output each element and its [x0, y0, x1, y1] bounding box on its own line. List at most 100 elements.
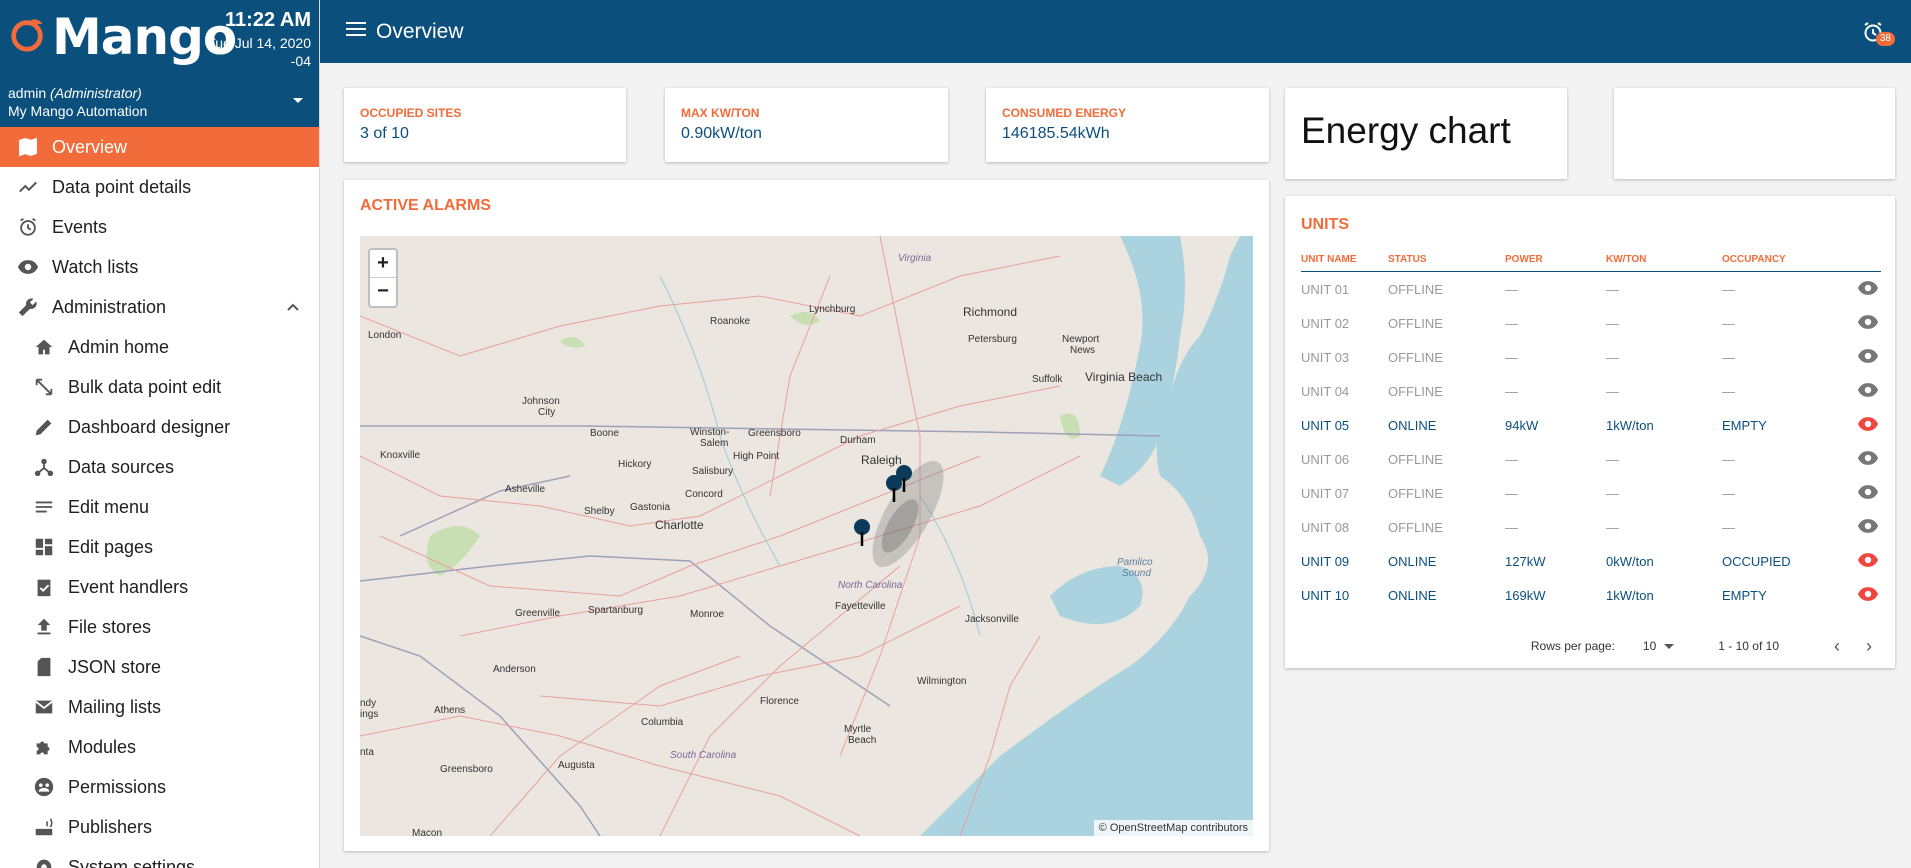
nav-label: Mailing lists	[68, 696, 162, 717]
nav-item-permissions[interactable]: Permissions	[0, 767, 319, 807]
kpi-value: 3 of 10	[360, 125, 409, 142]
puzzle-icon	[32, 735, 56, 759]
map-label: Johnson	[522, 396, 560, 407]
map-label: Charlotte	[655, 518, 704, 532]
zoom-control: + −	[368, 248, 398, 308]
watch-eye-icon[interactable]	[1857, 549, 1881, 574]
table-row[interactable]: UNIT 04 OFFLINE — — —	[1301, 374, 1881, 408]
caret-down-icon	[1664, 643, 1675, 649]
table-row[interactable]: UNIT 05 ONLINE 94kW 1kW/ton EMPTY	[1301, 408, 1881, 442]
column-header-power[interactable]: POWER	[1505, 254, 1606, 271]
watch-eye-icon[interactable]	[1857, 583, 1881, 608]
nav-item-data-point-details[interactable]: Data point details	[0, 167, 319, 207]
user-name-line: admin (Administrator)	[8, 84, 311, 102]
map-label: Shelby	[584, 506, 615, 517]
kw-ton-cell: —	[1606, 349, 1619, 365]
caret-down-icon[interactable]	[293, 98, 303, 103]
alarms-map[interactable]: Virginia Lynchburg Roanoke Richmond Pete…	[360, 236, 1253, 836]
map-label: Hickory	[618, 459, 652, 470]
pagination-range: 1 - 10 of 10	[1718, 639, 1779, 653]
clock-date: Tue Jul 14, 2020 -04	[191, 34, 311, 70]
watch-eye-icon[interactable]	[1857, 345, 1881, 370]
nav-item-mailing-lists[interactable]: Mailing lists	[0, 687, 319, 727]
table-row[interactable]: UNIT 03 OFFLINE — — —	[1301, 340, 1881, 374]
map-attribution[interactable]: © OpenStreetMap contributors	[1093, 820, 1253, 836]
map-label: ndy	[360, 698, 377, 709]
column-header-occupancy[interactable]: OCCUPANCY	[1722, 254, 1857, 271]
zoom-in-button[interactable]: +	[370, 250, 396, 278]
map-marker-icon[interactable]	[884, 474, 904, 502]
occupancy-cell: —	[1722, 451, 1735, 467]
watch-eye-icon[interactable]	[1857, 413, 1881, 438]
nav-item-edit-pages[interactable]: Edit pages	[0, 527, 319, 567]
nav-item-overview[interactable]: Overview	[0, 127, 319, 167]
map-label: Pamlico	[1117, 557, 1153, 568]
nav-item-publishers[interactable]: Publishers	[0, 807, 319, 847]
nav-item-bulk-data-point-edit[interactable]: Bulk data point edit	[0, 367, 319, 407]
map-label: Concord	[685, 489, 723, 500]
kw-ton-cell: 0kW/ton	[1606, 553, 1654, 569]
user-menu[interactable]: admin (Administrator) My Mango Automatio…	[0, 82, 319, 127]
kpi-occupied-sites-card: OCCUPIED SITES 3 of 10	[344, 88, 626, 162]
column-header-unit-name[interactable]: UNIT NAME	[1301, 254, 1388, 271]
nav-item-admin-home[interactable]: Admin home	[0, 327, 319, 367]
nav-item-data-sources[interactable]: Data sources	[0, 447, 319, 487]
map-label: Durham	[840, 435, 876, 446]
watch-eye-icon[interactable]	[1857, 311, 1881, 336]
chevron-up-icon[interactable]	[285, 299, 301, 315]
map-label: Jacksonville	[965, 614, 1019, 625]
nav-label: Modules	[68, 736, 137, 757]
table-row[interactable]: UNIT 10 ONLINE 169kW 1kW/ton EMPTY	[1301, 578, 1881, 612]
next-page-button[interactable]: ›	[1859, 636, 1879, 656]
map-label: Greensboro	[440, 764, 493, 775]
table-row[interactable]: UNIT 02 OFFLINE — — —	[1301, 306, 1881, 340]
table-row[interactable]: UNIT 09 ONLINE 127kW 0kW/ton OCCUPIED	[1301, 544, 1881, 578]
nav-item-watch-lists[interactable]: Watch lists	[0, 247, 319, 287]
previous-page-button[interactable]: ‹	[1827, 636, 1847, 656]
nav-label: Permissions	[68, 776, 167, 797]
nav-item-event-handlers[interactable]: Event handlers	[0, 567, 319, 607]
map-icon	[16, 135, 40, 159]
map-label: Myrtle	[844, 724, 872, 735]
unit-name-cell: UNIT 03	[1301, 349, 1350, 365]
rows-per-page-select[interactable]: 10	[1643, 639, 1675, 653]
map-marker-icon[interactable]	[852, 518, 872, 546]
nav-item-json-store[interactable]: JSON store	[0, 647, 319, 687]
watch-eye-icon[interactable]	[1857, 481, 1881, 506]
table-row[interactable]: UNIT 06 OFFLINE — — —	[1301, 442, 1881, 476]
source-icon	[32, 455, 56, 479]
table-row[interactable]: UNIT 01 OFFLINE — — —	[1301, 272, 1881, 306]
nav-item-administration[interactable]: Administration	[0, 287, 319, 327]
nav-item-system-settings[interactable]: System settings	[0, 847, 319, 868]
map-label: Boone	[590, 428, 619, 439]
map-label: Spartanburg	[588, 605, 644, 616]
map-label: Roanoke	[710, 316, 751, 327]
alarm-notifications-button[interactable]: 38	[1861, 18, 1895, 52]
status-cell: OFFLINE	[1388, 281, 1443, 297]
table-row[interactable]: UNIT 08 OFFLINE — — —	[1301, 510, 1881, 544]
zoom-out-button[interactable]: −	[370, 278, 396, 306]
map-label: News	[1070, 345, 1096, 356]
table-row[interactable]: UNIT 07 OFFLINE — — —	[1301, 476, 1881, 510]
column-header-kw-ton[interactable]: KW/TON	[1606, 254, 1722, 271]
power-cell: 169kW	[1505, 587, 1546, 603]
watch-eye-icon[interactable]	[1857, 447, 1881, 472]
power-cell: —	[1505, 281, 1518, 297]
map-label: Knoxville	[380, 450, 421, 461]
occupancy-cell: EMPTY	[1722, 417, 1767, 433]
map-label: Sound	[1122, 568, 1151, 579]
nav-item-edit-menu[interactable]: Edit menu	[0, 487, 319, 527]
nav-item-modules[interactable]: Modules	[0, 727, 319, 767]
watch-eye-icon[interactable]	[1857, 515, 1881, 540]
empty-card	[1614, 88, 1895, 179]
column-header-status[interactable]: STATUS	[1388, 254, 1505, 271]
kw-ton-cell: —	[1606, 451, 1619, 467]
hamburger-menu-icon[interactable]	[346, 22, 366, 40]
occupancy-cell: —	[1722, 281, 1735, 297]
watch-eye-icon[interactable]	[1857, 277, 1881, 302]
nav-item-dashboard-designer[interactable]: Dashboard designer	[0, 407, 319, 447]
pencil-icon	[32, 415, 56, 439]
nav-item-events[interactable]: Events	[0, 207, 319, 247]
watch-eye-icon[interactable]	[1857, 379, 1881, 404]
nav-item-file-stores[interactable]: File stores	[0, 607, 319, 647]
